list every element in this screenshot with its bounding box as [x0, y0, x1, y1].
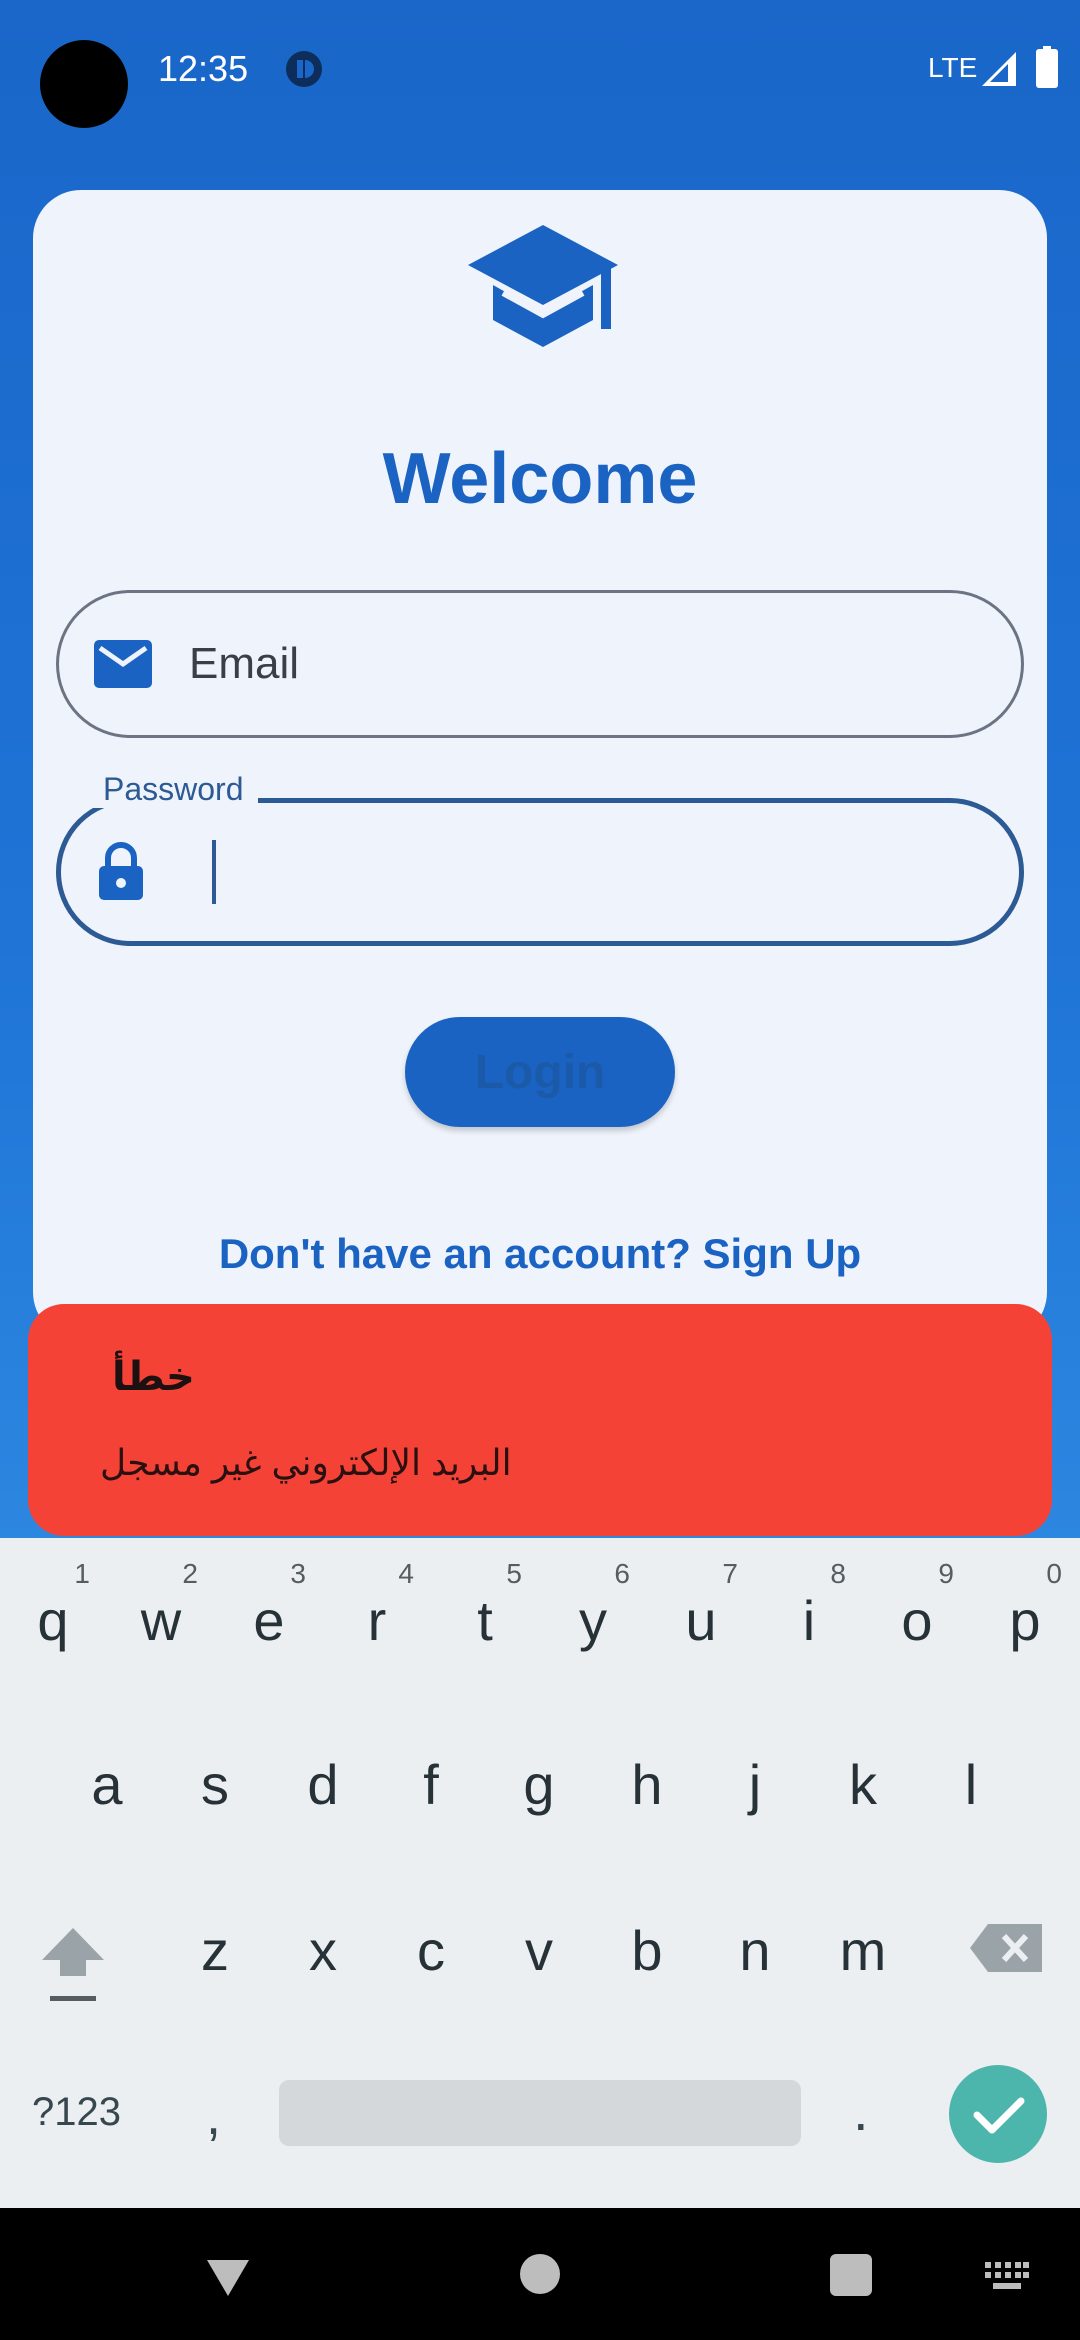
- shift-icon[interactable]: [38, 1924, 108, 2004]
- nav-home-icon[interactable]: [520, 2254, 560, 2294]
- lock-icon: [99, 842, 143, 900]
- key-o[interactable]: 9o: [872, 1538, 962, 1668]
- signal-icon: [982, 52, 1016, 86]
- signup-link[interactable]: Don't have an account? Sign Up: [33, 1230, 1047, 1278]
- key-x[interactable]: x: [278, 1884, 368, 2014]
- key-s[interactable]: s: [170, 1718, 260, 1848]
- key-f[interactable]: f: [386, 1718, 476, 1848]
- key-j[interactable]: j: [710, 1718, 800, 1848]
- status-time: 12:35: [158, 48, 249, 89]
- comma-key[interactable]: ,: [206, 2085, 221, 2147]
- key-p[interactable]: 0p: [980, 1538, 1070, 1668]
- keyboard-switch-icon[interactable]: [985, 2262, 1029, 2290]
- key-e[interactable]: 3e: [224, 1538, 314, 1668]
- key-c[interactable]: c: [386, 1884, 476, 2014]
- enter-key[interactable]: [949, 2065, 1047, 2163]
- password-label: Password: [89, 771, 258, 808]
- login-button[interactable]: Login: [405, 1017, 675, 1127]
- key-d[interactable]: d: [278, 1718, 368, 1848]
- email-placeholder: Email: [189, 639, 300, 688]
- key-n[interactable]: n: [710, 1884, 800, 2014]
- key-a[interactable]: a: [62, 1718, 152, 1848]
- key-t[interactable]: 5t: [440, 1538, 530, 1668]
- email-field[interactable]: Email: [56, 590, 1024, 738]
- key-g[interactable]: g: [494, 1718, 584, 1848]
- key-l[interactable]: l: [926, 1718, 1016, 1848]
- nav-back-icon[interactable]: [205, 2256, 251, 2298]
- login-card: Welcome Email Password Login Don't have …: [33, 190, 1047, 1340]
- camera-cutout: [40, 40, 128, 128]
- text-cursor: [212, 840, 216, 904]
- error-title: خطأ: [112, 1355, 195, 1399]
- backspace-icon[interactable]: [968, 1922, 1044, 1974]
- page-title: Welcome: [382, 439, 698, 519]
- app-notification-icon: [286, 51, 322, 87]
- battery-icon: [1036, 46, 1058, 88]
- key-b[interactable]: b: [602, 1884, 692, 2014]
- key-y[interactable]: 6y: [548, 1538, 638, 1668]
- key-k[interactable]: k: [818, 1718, 908, 1848]
- status-bar: 12:35 LTE: [0, 0, 1080, 140]
- key-h[interactable]: h: [602, 1718, 692, 1848]
- key-r[interactable]: 4r: [332, 1538, 422, 1668]
- check-icon: [973, 2097, 1025, 2134]
- period-key[interactable]: .: [853, 2078, 869, 2143]
- graduation-cap-icon: [468, 225, 618, 347]
- key-q[interactable]: 1q: [8, 1538, 98, 1668]
- key-v[interactable]: v: [494, 1884, 584, 2014]
- key-m[interactable]: m: [818, 1884, 908, 2014]
- error-message: البريد الإلكتروني غير مسجل: [100, 1442, 512, 1483]
- key-w[interactable]: 2w: [116, 1538, 206, 1668]
- key-u[interactable]: 7u: [656, 1538, 746, 1668]
- key-z[interactable]: z: [170, 1884, 260, 2014]
- symbols-key[interactable]: ?123: [32, 2090, 121, 2135]
- error-toast: خطأ البريد الإلكتروني غير مسجل: [28, 1304, 1052, 1536]
- key-i[interactable]: 8i: [764, 1538, 854, 1668]
- password-field[interactable]: Password: [56, 771, 1024, 946]
- network-type: LTE: [928, 52, 978, 83]
- nav-recents-icon[interactable]: [830, 2254, 872, 2296]
- space-bar[interactable]: [279, 2080, 801, 2146]
- email-icon: [94, 640, 152, 688]
